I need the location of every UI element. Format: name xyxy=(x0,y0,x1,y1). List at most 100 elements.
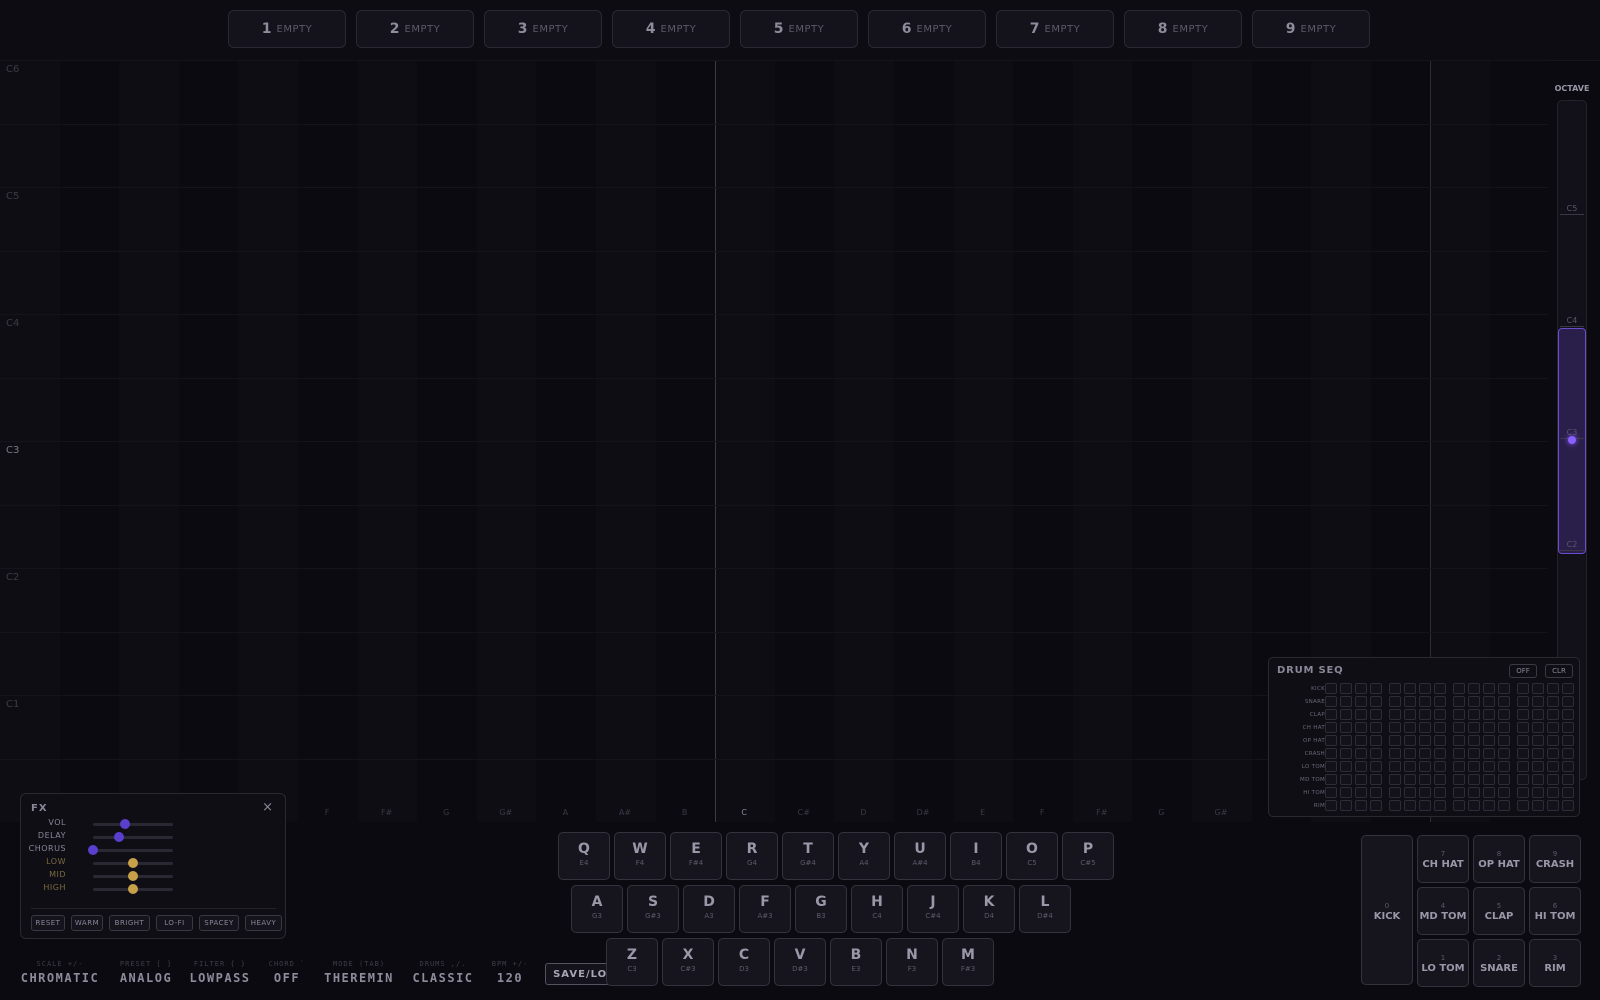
drum-seq-step[interactable] xyxy=(1453,696,1465,707)
drum-seq-step[interactable] xyxy=(1404,709,1416,720)
fx-preset-bright[interactable]: BRIGHT xyxy=(109,915,150,931)
drum-seq-step[interactable] xyxy=(1468,735,1480,746)
drum-seq-step[interactable] xyxy=(1547,696,1559,707)
drum-seq-step[interactable] xyxy=(1547,774,1559,785)
drum-seq-step[interactable] xyxy=(1483,683,1495,694)
key-v[interactable]: V D#3 xyxy=(774,938,826,986)
drum-seq-step[interactable] xyxy=(1389,722,1401,733)
key-s[interactable]: S G#3 xyxy=(627,885,679,933)
drum-seq-step[interactable] xyxy=(1355,683,1367,694)
drum-seq-step[interactable] xyxy=(1340,722,1352,733)
drum-seq-step[interactable] xyxy=(1547,722,1559,733)
drum-seq-step[interactable] xyxy=(1468,696,1480,707)
drum-seq-step[interactable] xyxy=(1370,722,1382,733)
drum-seq-step[interactable] xyxy=(1370,800,1382,811)
drum-seq-step[interactable] xyxy=(1453,774,1465,785)
drum-pad-crash[interactable]: 9 CRASH xyxy=(1529,835,1581,883)
fx-slider-track[interactable] xyxy=(93,836,173,839)
drum-seq-off-button[interactable]: OFF xyxy=(1509,664,1537,678)
drum-seq-step[interactable] xyxy=(1389,696,1401,707)
drum-seq-step[interactable] xyxy=(1389,709,1401,720)
drum-seq-step[interactable] xyxy=(1434,774,1446,785)
drum-seq-step[interactable] xyxy=(1517,761,1529,772)
drum-seq-step[interactable] xyxy=(1389,800,1401,811)
drum-seq-step[interactable] xyxy=(1498,787,1510,798)
status-scale[interactable]: SCALE +/- CHROMATIC xyxy=(21,960,100,985)
drum-seq-step[interactable] xyxy=(1562,774,1574,785)
drum-pad-rim[interactable]: 3 RIM xyxy=(1529,939,1581,987)
drum-seq-step[interactable] xyxy=(1340,748,1352,759)
drum-seq-step[interactable] xyxy=(1517,787,1529,798)
drum-seq-step[interactable] xyxy=(1419,774,1431,785)
drum-seq-step[interactable] xyxy=(1340,800,1352,811)
preset-slot-7[interactable]: 7 EMPTY xyxy=(996,10,1114,48)
drum-seq-step[interactable] xyxy=(1355,748,1367,759)
drum-seq-step[interactable] xyxy=(1419,709,1431,720)
key-p[interactable]: P C#5 xyxy=(1062,832,1114,880)
drum-seq-step[interactable] xyxy=(1325,761,1337,772)
drum-seq-step[interactable] xyxy=(1404,774,1416,785)
drum-pad-ch-hat[interactable]: 7 CH HAT xyxy=(1417,835,1469,883)
drum-seq-step[interactable] xyxy=(1434,787,1446,798)
drum-seq-step[interactable] xyxy=(1562,696,1574,707)
drum-seq-step[interactable] xyxy=(1453,787,1465,798)
drum-seq-step[interactable] xyxy=(1532,722,1544,733)
drum-seq-step[interactable] xyxy=(1404,787,1416,798)
drum-seq-step[interactable] xyxy=(1419,800,1431,811)
drum-pad-op-hat[interactable]: 8 OP HAT xyxy=(1473,835,1525,883)
fx-preset-lo-fi[interactable]: LO-FI xyxy=(156,915,193,931)
drum-seq-step[interactable] xyxy=(1483,761,1495,772)
key-g[interactable]: G B3 xyxy=(795,885,847,933)
fx-preset-heavy[interactable]: HEAVY xyxy=(245,915,282,931)
drum-seq-step[interactable] xyxy=(1325,748,1337,759)
drum-seq-step[interactable] xyxy=(1325,800,1337,811)
drum-seq-step[interactable] xyxy=(1434,722,1446,733)
drum-seq-step[interactable] xyxy=(1389,748,1401,759)
drum-seq-step[interactable] xyxy=(1498,761,1510,772)
drum-seq-step[interactable] xyxy=(1532,709,1544,720)
drum-seq-step[interactable] xyxy=(1562,709,1574,720)
drum-seq-step[interactable] xyxy=(1532,774,1544,785)
drum-seq-step[interactable] xyxy=(1498,800,1510,811)
drum-seq-step[interactable] xyxy=(1355,722,1367,733)
drum-seq-step[interactable] xyxy=(1340,709,1352,720)
drum-seq-step[interactable] xyxy=(1325,683,1337,694)
drum-seq-step[interactable] xyxy=(1355,735,1367,746)
drum-seq-step[interactable] xyxy=(1547,800,1559,811)
drum-pad-md-tom[interactable]: 4 MD TOM xyxy=(1417,887,1469,935)
key-f[interactable]: F A#3 xyxy=(739,885,791,933)
key-l[interactable]: L D#4 xyxy=(1019,885,1071,933)
drum-seq-step[interactable] xyxy=(1434,709,1446,720)
drum-seq-step[interactable] xyxy=(1419,722,1431,733)
key-t[interactable]: T G#4 xyxy=(782,832,834,880)
fx-preset-warm[interactable]: WARM xyxy=(71,915,103,931)
drum-seq-step[interactable] xyxy=(1434,683,1446,694)
drum-seq-step[interactable] xyxy=(1517,709,1529,720)
key-n[interactable]: N F3 xyxy=(886,938,938,986)
fx-slider-track[interactable] xyxy=(93,823,173,826)
status-preset[interactable]: PRESET [ ] ANALOG xyxy=(120,960,172,985)
drum-seq-step[interactable] xyxy=(1325,722,1337,733)
drum-seq-step[interactable] xyxy=(1434,735,1446,746)
drum-seq-step[interactable] xyxy=(1404,735,1416,746)
drum-seq-step[interactable] xyxy=(1468,761,1480,772)
key-b[interactable]: B E3 xyxy=(830,938,882,986)
fx-slider-knob[interactable] xyxy=(128,871,138,881)
drum-seq-step[interactable] xyxy=(1404,800,1416,811)
fx-slider-low[interactable]: LOW xyxy=(31,857,271,869)
drum-seq-step[interactable] xyxy=(1547,735,1559,746)
drum-seq-step[interactable] xyxy=(1453,748,1465,759)
drum-seq-step[interactable] xyxy=(1325,735,1337,746)
status-bpm[interactable]: BPM +/- 120 xyxy=(492,960,529,985)
drum-seq-step[interactable] xyxy=(1355,787,1367,798)
drum-seq-step[interactable] xyxy=(1419,787,1431,798)
drum-seq-step[interactable] xyxy=(1404,696,1416,707)
drum-seq-step[interactable] xyxy=(1340,761,1352,772)
drum-seq-step[interactable] xyxy=(1483,709,1495,720)
drum-seq-step[interactable] xyxy=(1389,761,1401,772)
drum-seq-step[interactable] xyxy=(1370,774,1382,785)
drum-pad-snare[interactable]: 2 SNARE xyxy=(1473,939,1525,987)
drum-seq-step[interactable] xyxy=(1434,761,1446,772)
drum-seq-step[interactable] xyxy=(1340,696,1352,707)
drum-seq-step[interactable] xyxy=(1453,735,1465,746)
